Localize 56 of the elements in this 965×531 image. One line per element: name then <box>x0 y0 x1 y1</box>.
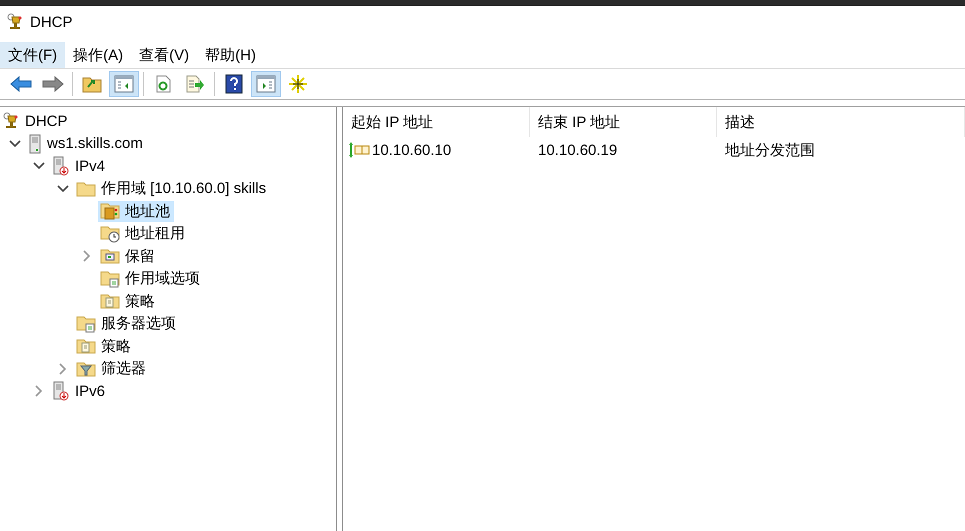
tree-item[interactable]: 筛选器 <box>74 358 150 380</box>
expand-chevron-icon[interactable] <box>59 362 67 375</box>
collapse-chevron-icon[interactable] <box>57 184 69 193</box>
dhcp-icon <box>6 13 24 31</box>
expand-chevron-icon[interactable] <box>83 250 91 262</box>
tree-item[interactable]: 作用域 [10.10.60.0] skills <box>74 178 270 200</box>
back-icon <box>10 75 32 93</box>
tree-item[interactable]: ws1.skills.com <box>26 133 147 154</box>
tree-item[interactable]: 地址租用 <box>98 223 189 244</box>
menu-item[interactable]: 操作(A) <box>65 42 132 68</box>
server-icon <box>52 156 70 176</box>
expand-chevron-icon[interactable] <box>35 385 43 398</box>
folder-icon <box>100 293 120 310</box>
column-header[interactable]: 结束 IP 地址 <box>530 107 717 137</box>
tree-item[interactable]: 保留 <box>98 246 159 267</box>
window-title: DHCP <box>30 14 73 30</box>
export-icon <box>185 75 205 93</box>
tree-item[interactable]: 服务器选项 <box>74 313 180 334</box>
folder-icon <box>76 314 96 333</box>
folder-icon <box>76 338 96 354</box>
tree-item[interactable]: IPv4 <box>50 156 110 177</box>
tree-item[interactable]: 策略 <box>98 290 159 312</box>
collapse-chevron-icon[interactable] <box>9 140 21 148</box>
pane-button[interactable] <box>109 71 139 97</box>
pane-button[interactable] <box>251 71 281 97</box>
tree-item[interactable]: 作用域选项 <box>98 268 204 290</box>
up-folder-icon <box>82 75 102 93</box>
menu-item[interactable]: 查看(V) <box>131 42 198 68</box>
folder-icon <box>100 270 120 288</box>
table-cell-text: 地址分发范围 <box>724 140 816 160</box>
tree-item[interactable]: DHCP <box>0 110 72 132</box>
pane-icon <box>256 75 276 93</box>
collapse-chevron-icon[interactable] <box>33 162 45 170</box>
tree-item[interactable]: 策略 <box>74 336 135 357</box>
tree-item[interactable]: IPv6 <box>50 380 110 402</box>
pane-icon <box>114 75 134 93</box>
address-range-icon <box>348 141 370 159</box>
star-icon <box>288 74 308 94</box>
trophy-icon <box>2 112 20 130</box>
filter-folder-icon <box>76 360 96 377</box>
column-header[interactable]: 起始 IP 地址 <box>343 107 530 137</box>
server-icon <box>28 134 42 154</box>
folder-icon <box>76 180 96 197</box>
folder-icon <box>100 248 120 264</box>
table-cell-text: 10.10.60.19 <box>537 142 618 158</box>
column-header[interactable]: 描述 <box>717 107 965 137</box>
help-icon <box>225 74 243 94</box>
refresh-icon <box>154 75 172 93</box>
server-icon <box>52 381 70 402</box>
table-cell: 10.10.60.10 <box>372 142 452 158</box>
folder-icon <box>100 202 120 220</box>
menu-item[interactable]: 帮助(H) <box>197 42 264 68</box>
tree-item[interactable]: 地址池 <box>98 200 174 222</box>
clock-folder-icon <box>100 224 120 243</box>
menu-item[interactable]: 文件(F) <box>0 42 66 68</box>
forward-icon <box>42 75 64 93</box>
